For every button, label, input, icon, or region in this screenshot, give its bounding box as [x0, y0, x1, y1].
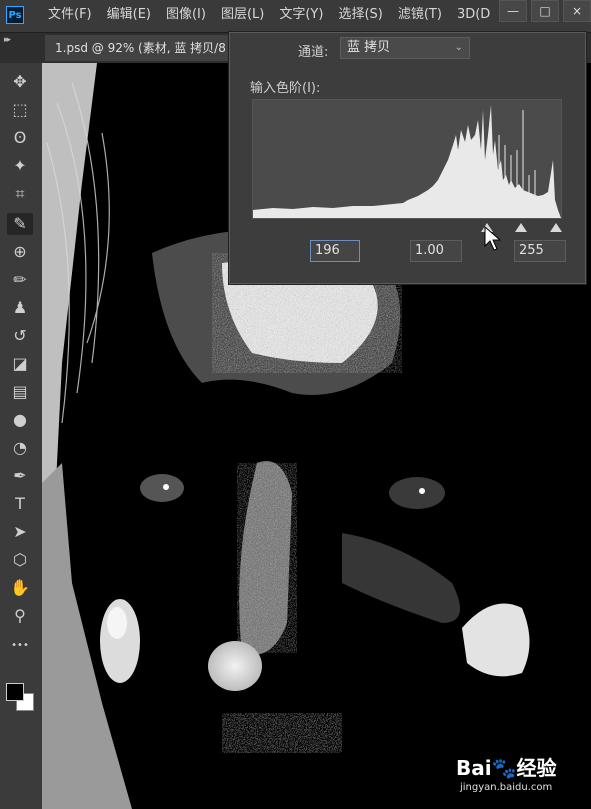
white-point-slider[interactable]	[550, 223, 562, 232]
maximize-button[interactable]: □	[531, 0, 559, 22]
minimize-button[interactable]: —	[499, 0, 527, 22]
magic-wand-tool[interactable]: ✦	[7, 155, 33, 177]
pen-tool-icon: ✒	[13, 466, 27, 485]
menu-bar: Ps 文件(F) 编辑(E) 图像(I) 图层(L) 文字(Y) 选择(S) 滤…	[0, 0, 591, 33]
lasso-tool[interactable]: ʘ	[7, 127, 33, 149]
levels-panel: 通道: 蓝 拷贝 ⌄ 输入色阶(I): 196 1.00 255	[229, 32, 586, 284]
lasso-tool-icon: ʘ	[13, 128, 27, 147]
stamp-tool[interactable]: ♟	[7, 297, 33, 319]
histogram-graph	[253, 105, 561, 218]
collapse-panel-icon[interactable]: ▸▸	[4, 35, 11, 45]
hand-tool-icon: ✋	[10, 578, 30, 597]
healing-brush-tool[interactable]: ⊕	[7, 241, 33, 263]
crop-tool-icon: ⌗	[15, 184, 25, 203]
more-tools[interactable]: •••	[7, 635, 33, 657]
shape-tool[interactable]: ⬡	[7, 549, 33, 571]
magic-wand-tool-icon: ✦	[13, 156, 27, 175]
crop-tool[interactable]: ⌗	[7, 183, 33, 205]
menu-file[interactable]: 文件(F)	[48, 0, 92, 32]
histogram	[252, 99, 562, 219]
move-tool-icon: ✥	[13, 72, 27, 91]
channel-label: 通道:	[298, 45, 329, 60]
eyedropper-tool-icon: ✎	[13, 214, 27, 233]
menu-layer[interactable]: 图层(L)	[221, 0, 264, 32]
gamma-input[interactable]: 1.00	[410, 240, 462, 262]
pen-tool[interactable]: ✒	[7, 465, 33, 487]
window-controls: — □ ×	[495, 0, 591, 32]
history-brush-tool[interactable]: ↺	[7, 325, 33, 347]
menu-type[interactable]: 文字(Y)	[279, 0, 323, 32]
type-tool[interactable]: T	[7, 493, 33, 515]
path-selection-tool[interactable]: ➤	[7, 521, 33, 543]
mouse-cursor-icon	[484, 226, 502, 251]
gradient-tool-icon: ▤	[12, 382, 28, 401]
type-tool-icon: T	[15, 494, 25, 513]
white-point-input[interactable]: 255	[514, 240, 566, 262]
healing-brush-tool-icon: ⊕	[13, 242, 27, 261]
blur-tool-icon: ●	[13, 410, 27, 429]
gradient-tool[interactable]: ▤	[7, 381, 33, 403]
black-point-input[interactable]: 196	[310, 240, 360, 262]
watermark-url: jingyan.baidu.com	[460, 782, 553, 793]
baidu-watermark: Bai🐾经验 jingyan.baidu.com	[456, 752, 586, 802]
shape-tool-icon: ⬡	[13, 550, 27, 569]
menu-edit[interactable]: 编辑(E)	[107, 0, 151, 32]
zoom-tool[interactable]: ⚲	[7, 605, 33, 627]
dodge-tool[interactable]: ◔	[7, 437, 33, 459]
watermark-brand: Bai🐾经验	[456, 756, 557, 780]
eraser-tool-icon: ◪	[12, 354, 28, 373]
history-brush-tool-icon: ↺	[13, 326, 27, 345]
menu-select[interactable]: 选择(S)	[338, 0, 382, 32]
menu-image[interactable]: 图像(I)	[166, 0, 206, 32]
zoom-tool-icon: ⚲	[14, 606, 26, 625]
input-levels-label: 输入色阶(I):	[250, 81, 321, 96]
menu-3d[interactable]: 3D(D	[457, 0, 490, 32]
channel-select[interactable]: 蓝 拷贝 ⌄	[340, 37, 470, 59]
input-slider-track[interactable]	[252, 223, 562, 235]
marquee-tool-icon: ⬚	[12, 100, 28, 119]
menu-filter[interactable]: 滤镜(T)	[398, 0, 442, 32]
stamp-tool-icon: ♟	[12, 298, 28, 317]
tools-panel: ✥ ⬚ ʘ ✦ ⌗ ✎ ⊕ ✏ ♟ ↺ ◪ ▤ ● ◔ ✒ T ➤ ⬡ ✋ ⚲ •••	[0, 63, 43, 809]
dodge-tool-icon: ◔	[13, 438, 27, 457]
brush-tool-icon: ✏	[13, 270, 27, 289]
chevron-down-icon: ⌄	[454, 42, 463, 53]
more-tools-icon: •••	[11, 640, 29, 651]
path-selection-tool-icon: ➤	[13, 522, 27, 541]
move-tool[interactable]: ✥	[7, 71, 33, 93]
foreground-color-swatch[interactable]	[6, 683, 24, 701]
blur-tool[interactable]: ●	[7, 409, 33, 431]
document-tab[interactable]: 1.psd @ 92% (素材, 蓝 拷贝/8	[45, 35, 245, 61]
eyedropper-tool[interactable]: ✎	[7, 213, 33, 235]
close-button[interactable]: ×	[563, 0, 591, 22]
menu-items: 文件(F) 编辑(E) 图像(I) 图层(L) 文字(Y) 选择(S) 滤镜(T…	[48, 0, 505, 32]
channel-select-value: 蓝 拷贝	[347, 40, 391, 55]
gamma-slider[interactable]	[515, 223, 527, 232]
photoshop-logo-icon: Ps	[6, 6, 24, 24]
marquee-tool[interactable]: ⬚	[7, 99, 33, 121]
hand-tool[interactable]: ✋	[7, 577, 33, 599]
brush-tool[interactable]: ✏	[7, 269, 33, 291]
eraser-tool[interactable]: ◪	[7, 353, 33, 375]
